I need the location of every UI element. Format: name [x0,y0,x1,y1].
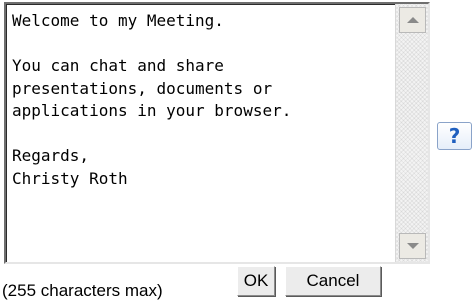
cancel-button[interactable]: Cancel [285,266,381,296]
arrow-up-icon [406,17,419,23]
meeting-message-editor: Welcome to my Meeting. You can chat and … [0,0,472,303]
arrow-down-icon [406,243,419,249]
ok-button[interactable]: OK [237,266,275,296]
character-limit-note: (255 characters max) [2,281,163,300]
message-text[interactable]: Welcome to my Meeting. You can chat and … [12,10,392,190]
help-button[interactable]: ? [437,122,472,150]
scroll-up-button[interactable] [399,7,426,33]
vertical-scrollbar[interactable] [395,4,428,262]
scroll-down-button[interactable] [399,233,426,259]
help-icon: ? [448,124,461,148]
message-textarea[interactable]: Welcome to my Meeting. You can chat and … [4,2,430,264]
